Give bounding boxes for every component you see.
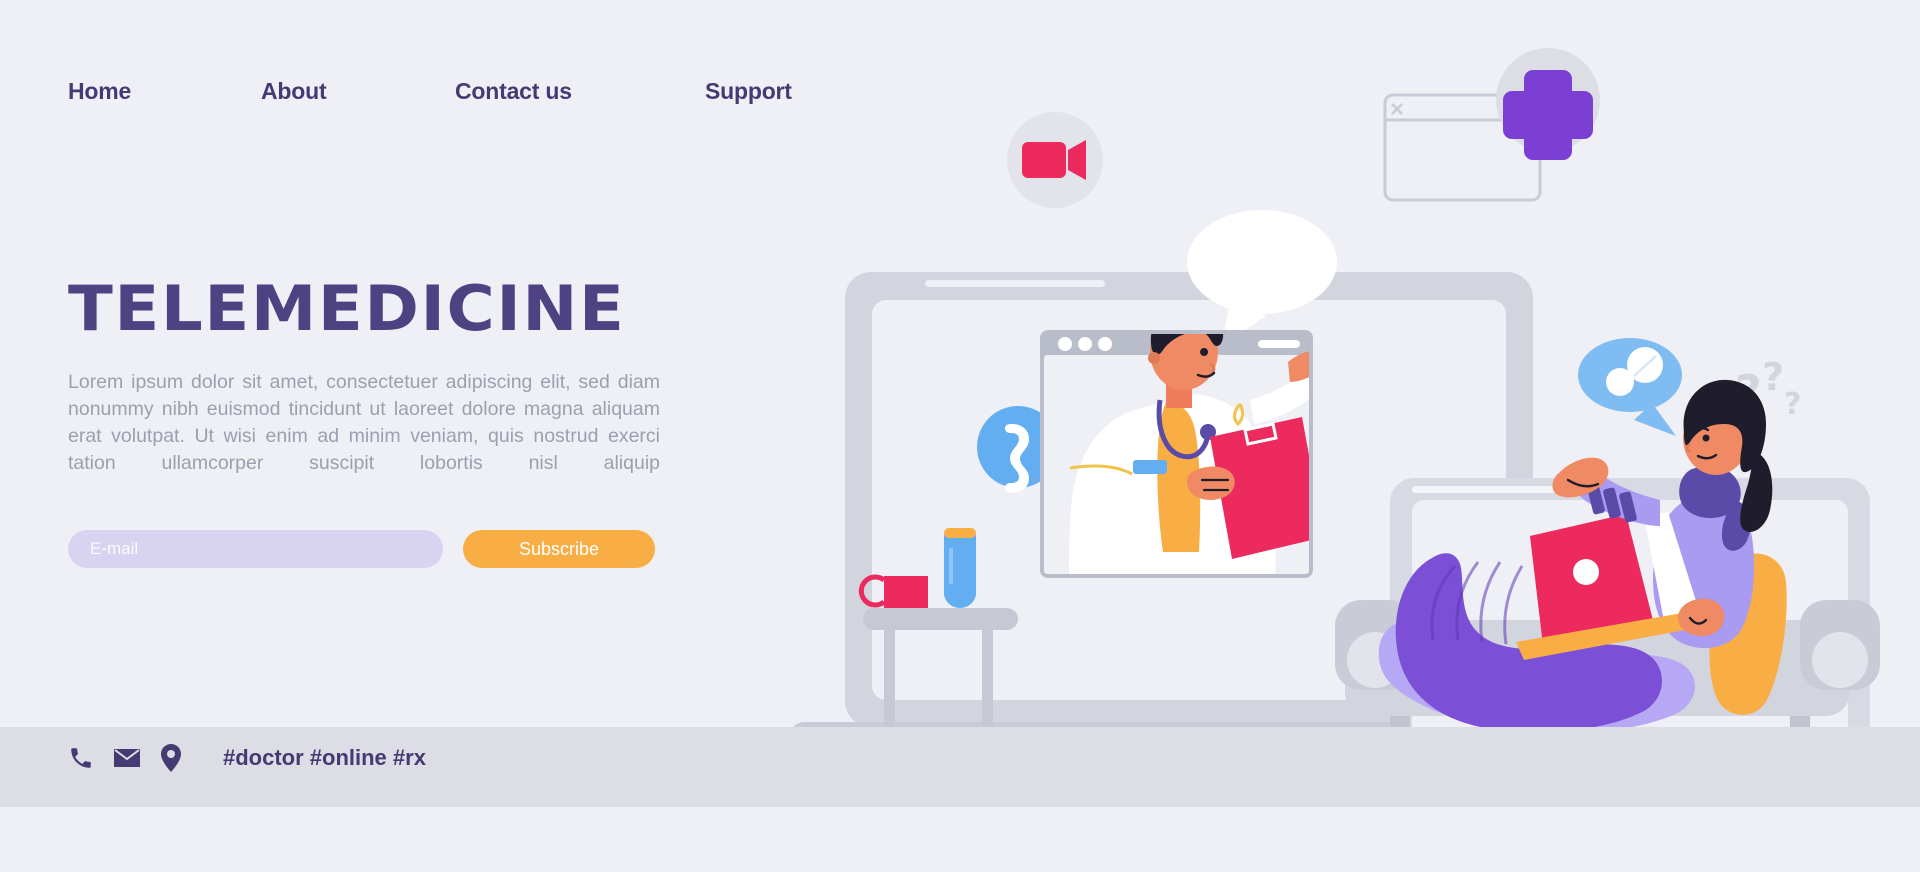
page-title: TELEMEDICINE: [68, 272, 626, 345]
svg-text:?: ?: [1735, 365, 1762, 419]
hero-section: TELEMEDICINE Lorem ipsum dolor sit amet,…: [68, 278, 668, 477]
hero-paragraph: Lorem ipsum dolor sit amet, consectetuer…: [68, 371, 660, 474]
clipboard: [1210, 417, 1309, 559]
footer-contact-row: #doctor #online #rx: [68, 744, 426, 772]
water-bottle: [944, 528, 976, 609]
main-navigation: Home About Contact us Support: [68, 78, 792, 105]
footer-bar: #doctor #online #rx: [0, 727, 1920, 807]
doctor-video-window: [1040, 330, 1313, 578]
svg-text:?: ?: [1762, 355, 1784, 399]
hashtags-text: #doctor #online #rx: [223, 745, 426, 770]
email-field[interactable]: [68, 530, 443, 568]
pill-bubble: [1578, 338, 1682, 436]
speech-bubble: [1187, 210, 1337, 346]
browser-window-outline: [1383, 93, 1542, 202]
nav-item-contact-us[interactable]: Contact us: [455, 78, 705, 105]
svg-text:?: ?: [1784, 387, 1801, 422]
subscribe-form: Subscribe: [68, 530, 655, 568]
medical-cross-badge: [1496, 48, 1600, 160]
envelope-icon[interactable]: [113, 747, 141, 769]
laptop-device-left: [790, 272, 1590, 750]
close-icon: [1391, 103, 1403, 115]
patient-on-couch: [1335, 379, 1880, 760]
mug: [858, 574, 928, 608]
nav-item-support[interactable]: Support: [705, 78, 792, 105]
nav-item-about[interactable]: About: [261, 78, 455, 105]
subscribe-button[interactable]: Subscribe: [463, 530, 655, 568]
phone-call-badge: [977, 406, 1059, 493]
nav-item-home[interactable]: Home: [68, 78, 261, 105]
phone-icon[interactable]: [68, 745, 94, 771]
location-pin-icon[interactable]: [160, 744, 182, 772]
video-camera-badge: [1007, 112, 1103, 208]
laptop-device-patient: [1516, 512, 1702, 660]
doctor-avatar: [1069, 334, 1309, 574]
question-marks: ? ? ?: [1735, 355, 1801, 422]
landing-page: ? ? ? Home About Contact us Support TELE…: [0, 0, 1920, 872]
